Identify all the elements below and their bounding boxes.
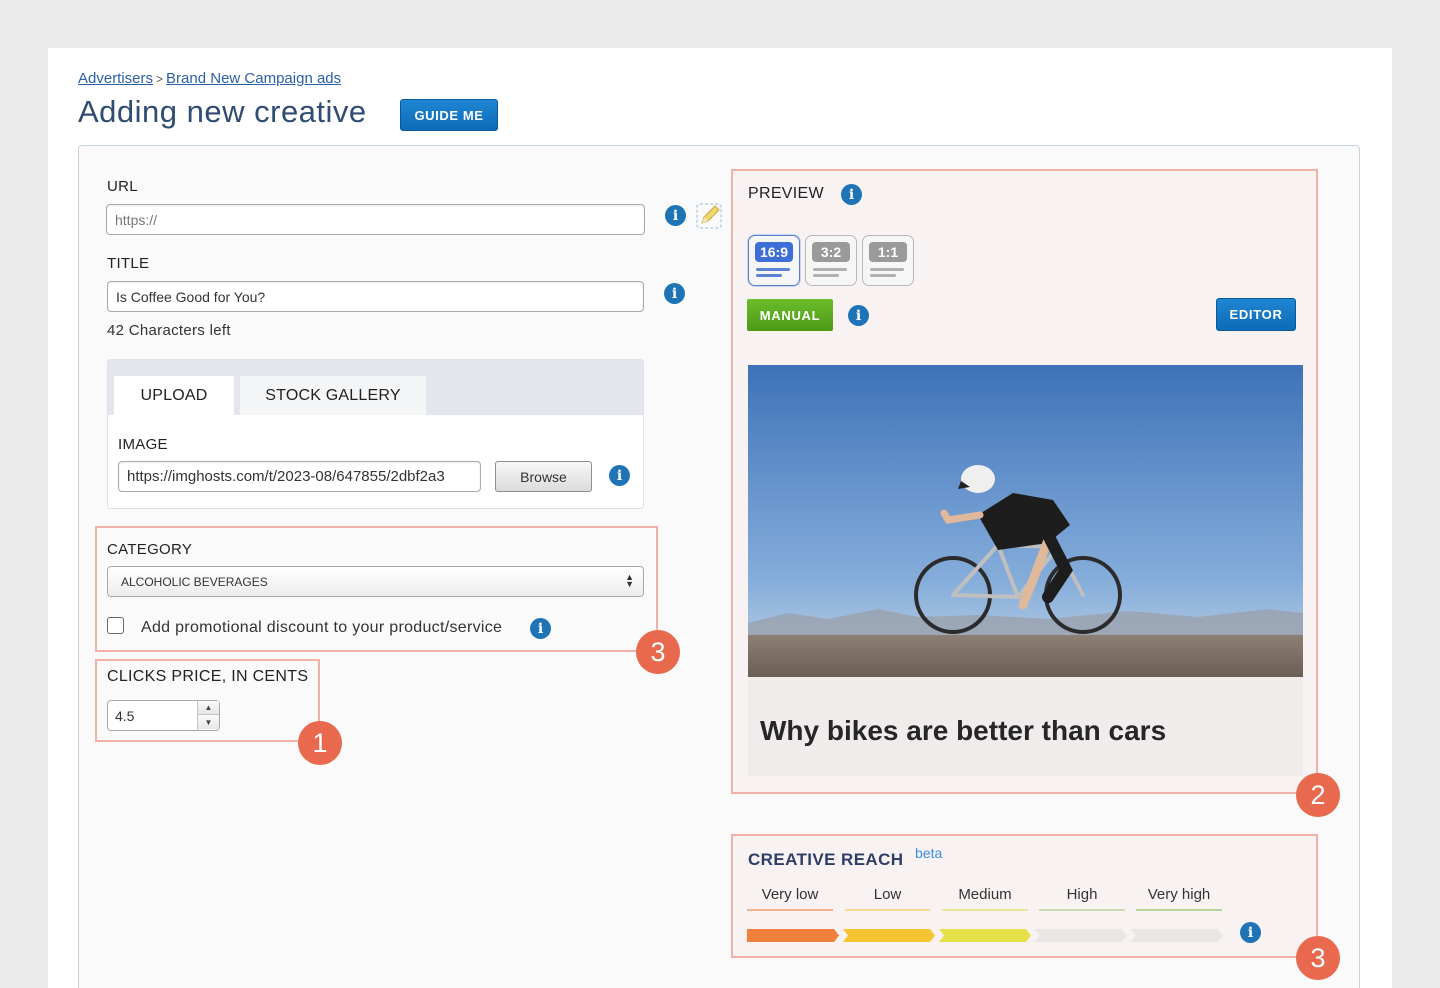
url-input[interactable]: https:// — [106, 204, 645, 235]
clicks-price-stepper[interactable]: 4.5 ▲ ▼ — [107, 700, 220, 731]
reach-bar-segment — [747, 929, 839, 942]
reach-bar-segment — [1035, 929, 1127, 942]
ratio-16-9-button[interactable]: 16:9 — [748, 235, 800, 286]
ratio-3-2-button[interactable]: 3:2 — [805, 235, 857, 286]
category-select[interactable]: ALCOHOLIC BEVERAGES ▲ ▼ — [107, 566, 644, 597]
reach-level-label: Very high — [1136, 886, 1222, 911]
discount-checkbox[interactable] — [107, 617, 124, 634]
ratio-label: 3:2 — [812, 242, 850, 262]
browse-button[interactable]: Browse — [495, 461, 592, 492]
discount-label: Add promotional discount to your product… — [141, 619, 503, 636]
info-icon[interactable]: i — [609, 465, 630, 486]
ratio-1-1-button[interactable]: 1:1 — [862, 235, 914, 286]
info-icon[interactable]: i — [848, 305, 869, 326]
tab-upload[interactable]: UPLOAD — [114, 376, 234, 415]
select-arrows-icon: ▲ ▼ — [625, 572, 634, 589]
pencil-icon[interactable] — [695, 202, 723, 230]
annotation-badge-3: 3 — [636, 630, 680, 674]
image-source-tabs: UPLOAD STOCK GALLERY — [108, 360, 643, 415]
guide-me-button[interactable]: GUIDE ME — [400, 99, 498, 131]
stepper-down-icon[interactable]: ▼ — [198, 715, 219, 729]
reach-level-label: Medium — [942, 886, 1028, 911]
reach-level-label: Low — [845, 886, 930, 911]
url-label: URL — [107, 178, 138, 195]
image-url-input[interactable]: https://imghosts.com/t/2023-08/647855/2d… — [118, 461, 481, 492]
reach-bar-segment — [939, 929, 1031, 942]
preview-caption-box: Why bikes are better than cars — [748, 677, 1303, 776]
title-input[interactable]: Is Coffee Good for You? — [107, 281, 644, 312]
category-label: CATEGORY — [107, 541, 193, 558]
info-icon[interactable]: i — [530, 618, 551, 639]
reach-level-label: Very low — [747, 886, 833, 911]
reach-bar-segment — [843, 929, 935, 942]
creative-reach-title: CREATIVE REACH — [748, 850, 904, 869]
manual-button[interactable]: MANUAL — [747, 299, 833, 331]
annotation-badge-1: 1 — [298, 721, 342, 765]
editor-button[interactable]: EDITOR — [1216, 298, 1296, 331]
category-selected-value: ALCOHOLIC BEVERAGES — [121, 574, 268, 589]
clicks-price-label: CLICKS PRICE, IN CENTS — [107, 668, 309, 685]
annotation-badge-2: 2 — [1296, 773, 1340, 817]
ratio-label: 1:1 — [869, 242, 907, 262]
image-label: IMAGE — [118, 436, 168, 453]
breadcrumb: Advertisers > Brand New Campaign ads — [78, 70, 341, 87]
preview-label: PREVIEW — [748, 185, 824, 202]
breadcrumb-separator: > — [156, 72, 164, 86]
preview-image — [748, 365, 1303, 677]
reach-level-label: High — [1039, 886, 1125, 911]
beta-badge: beta — [915, 845, 943, 861]
info-icon[interactable]: i — [1240, 922, 1261, 943]
title-chars-left: 42 Characters left — [107, 322, 231, 339]
breadcrumb-campaign-link[interactable]: Brand New Campaign ads — [166, 70, 341, 87]
info-icon[interactable]: i — [665, 205, 686, 226]
page-title: Adding new creative — [78, 94, 367, 129]
tab-stock-gallery[interactable]: STOCK GALLERY — [240, 376, 426, 415]
ratio-label: 16:9 — [755, 242, 793, 262]
preview-caption: Why bikes are better than cars — [760, 715, 1167, 746]
info-icon[interactable]: i — [664, 283, 685, 304]
title-label: TITLE — [107, 255, 150, 272]
annotation-badge-3: 3 — [1296, 936, 1340, 980]
clicks-price-value: 4.5 — [115, 707, 135, 724]
stepper-up-icon[interactable]: ▲ — [198, 701, 219, 715]
breadcrumb-advertisers-link[interactable]: Advertisers — [78, 70, 153, 87]
reach-bar-segment — [1131, 929, 1223, 942]
info-icon[interactable]: i — [841, 184, 862, 205]
